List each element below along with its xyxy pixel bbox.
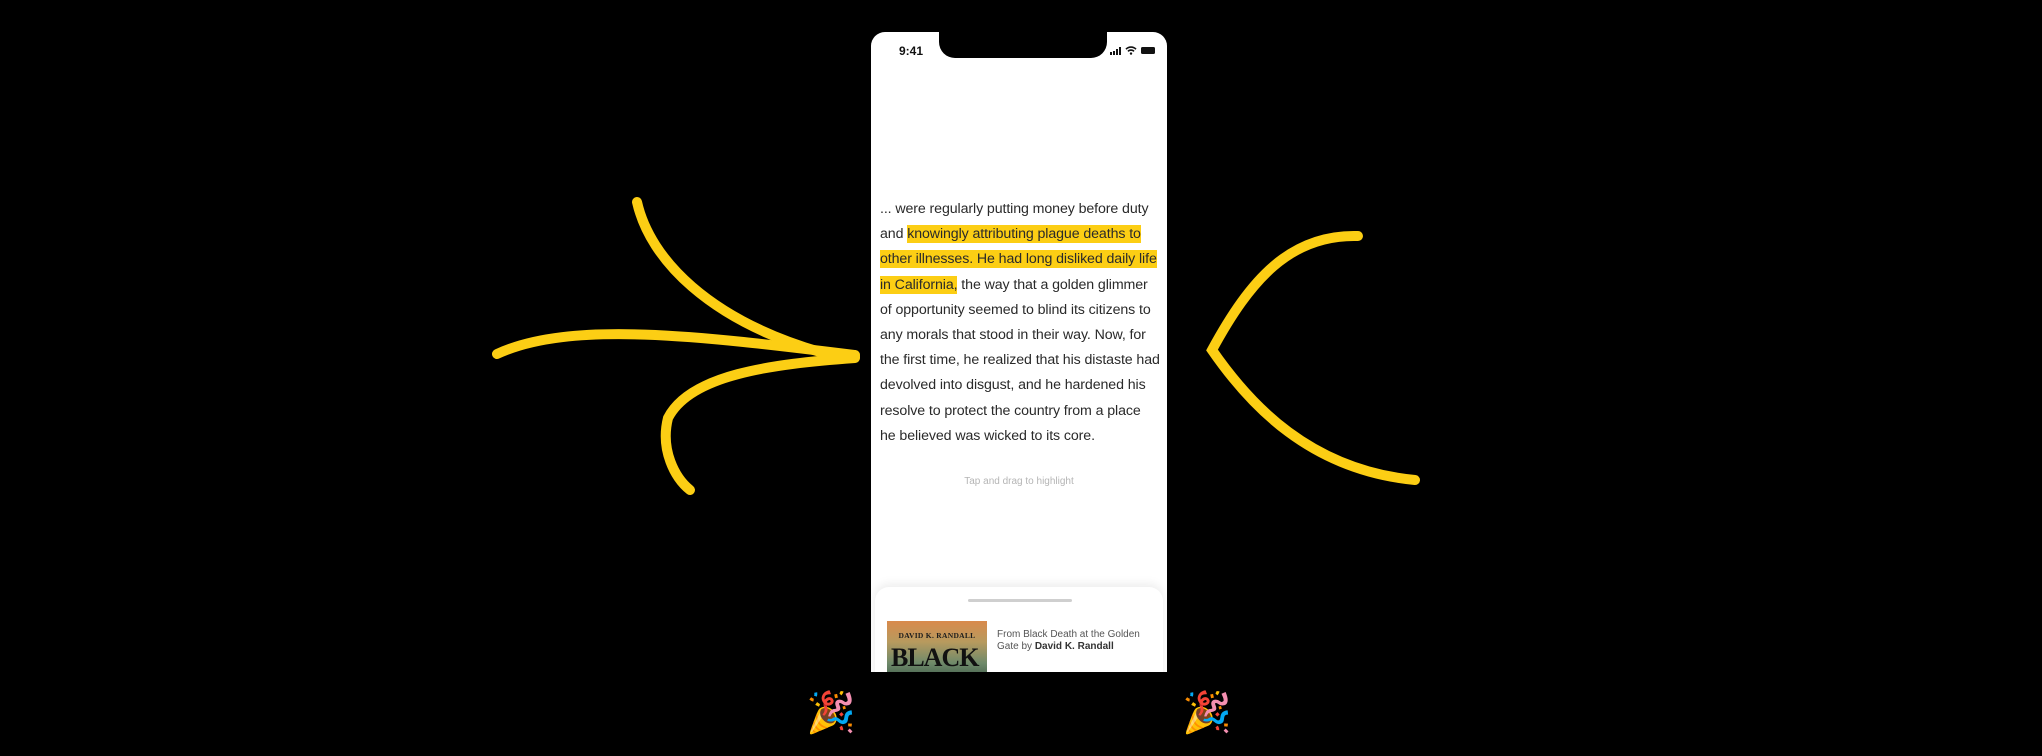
status-time: 9:41 (899, 44, 924, 58)
book-passage[interactable]: ... were regularly putting money before … (880, 197, 1160, 449)
cellular-signal-icon (1110, 46, 1121, 55)
passage-tail: the way that a golden glimmer of opportu… (880, 276, 1160, 444)
arrow-stroke-bottom (660, 353, 860, 495)
cover-author: DAVID K. RANDALL (898, 631, 976, 640)
party-popper-icon: 🎉 (806, 691, 856, 735)
book-sheet[interactable]: DAVID K. RANDALL BLACK From Black Death … (875, 587, 1163, 672)
arrow-stroke-middle (492, 329, 860, 360)
battery-icon (1141, 47, 1155, 54)
cover-title: BLACK (891, 643, 979, 672)
bracket-stroke (1206, 230, 1420, 485)
wifi-icon (1125, 46, 1137, 55)
phone-notch (939, 32, 1107, 58)
status-icons (1110, 46, 1155, 55)
highlight-hint: Tap and drag to highlight (964, 476, 1074, 487)
book-cover: DAVID K. RANDALL BLACK (887, 621, 987, 672)
sheet-grabber[interactable] (968, 599, 1072, 602)
phone-screen: 9:41 ... were regularly putting money be… (871, 32, 1167, 672)
book-source: From Black Death at the Golden Gate by D… (997, 629, 1157, 653)
book-author: David K. Randall (1034, 641, 1114, 652)
party-popper-icon: 🎉 (1182, 691, 1232, 735)
